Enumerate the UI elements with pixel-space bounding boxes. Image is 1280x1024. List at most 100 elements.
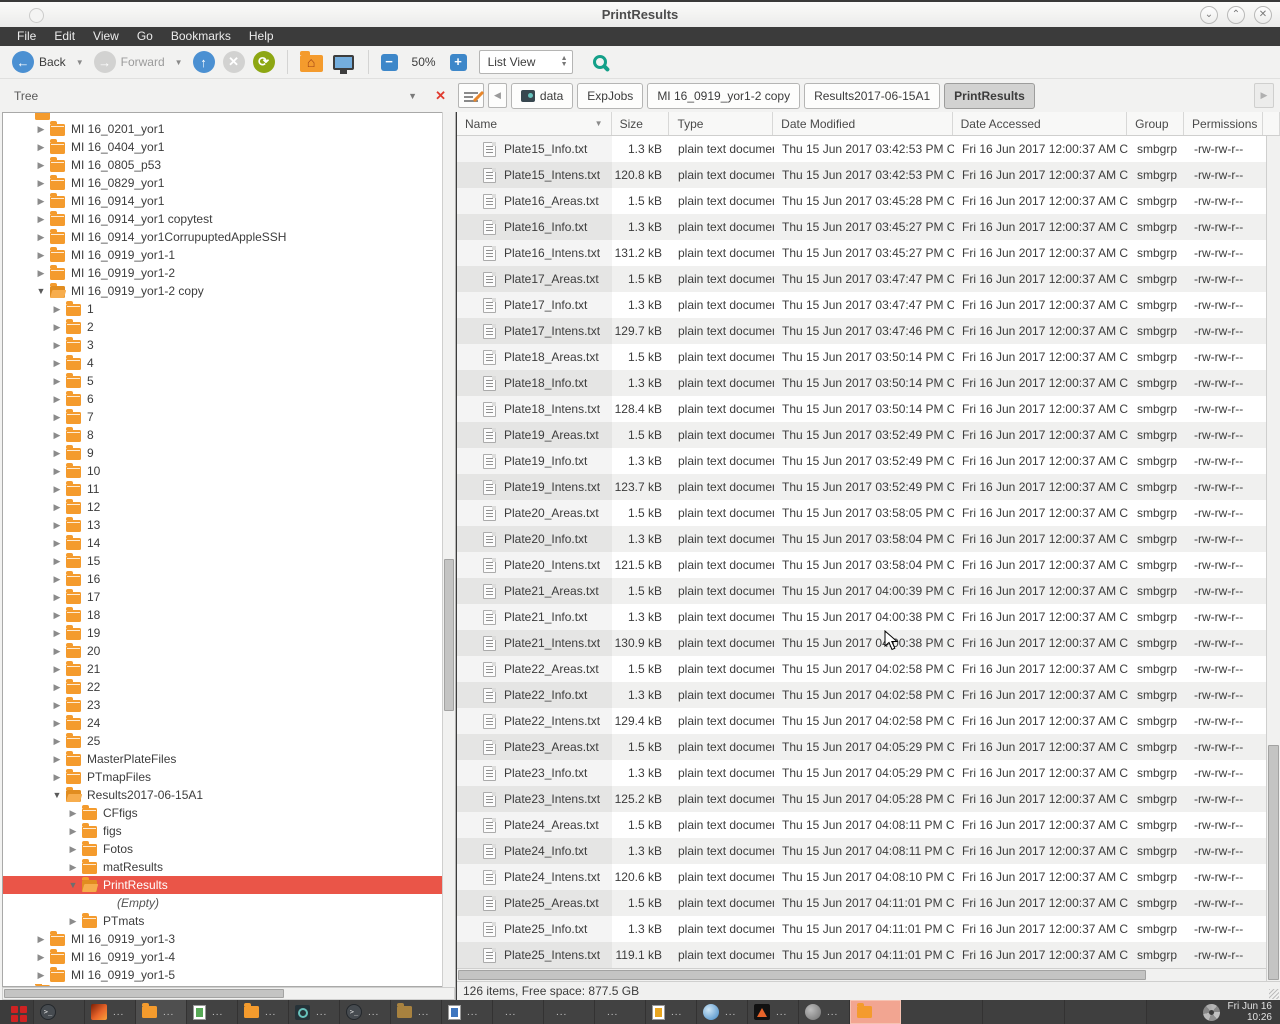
table-row[interactable]: Plate22_Areas.txt1.5 kBplain text docume… (457, 656, 1266, 682)
expander-collapsed-icon[interactable]: ▶ (51, 520, 63, 531)
window-menu-icon[interactable] (29, 8, 44, 23)
expander-collapsed-icon[interactable]: ▶ (51, 556, 63, 567)
list-vertical-scrollbar[interactable] (1266, 136, 1280, 981)
taskbar-item-terminal[interactable]: >_ (34, 1000, 85, 1024)
breadcrumb-expjobs[interactable]: ExpJobs (577, 83, 643, 109)
scrollbar-thumb[interactable] (1268, 745, 1279, 980)
expander-collapsed-icon[interactable]: ▶ (35, 934, 47, 945)
expander-collapsed-icon[interactable]: ▶ (35, 970, 47, 981)
expander-collapsed-icon[interactable]: ▶ (51, 466, 63, 477)
back-button[interactable]: ← Back (8, 48, 70, 76)
column-header-date-modified[interactable]: Date Modified (773, 112, 952, 135)
tree-item-21[interactable]: ▶21 (3, 660, 454, 678)
tree-item-24[interactable]: ▶24 (3, 714, 454, 732)
sidebar-close-icon[interactable]: ✕ (435, 88, 446, 104)
table-row[interactable]: Plate16_Intens.txt131.2 kBplain text doc… (457, 240, 1266, 266)
tree-item-masterplatefiles[interactable]: ▶MasterPlateFiles (3, 750, 454, 768)
column-header-permissions[interactable]: Permissions (1184, 112, 1263, 135)
minimize-button[interactable]: ⌄ (1200, 6, 1218, 24)
stop-button[interactable]: ✕ (219, 48, 249, 76)
expander-collapsed-icon[interactable]: ▶ (35, 124, 47, 135)
taskbar-item-firefox[interactable]: ... (544, 1000, 595, 1024)
table-row[interactable]: Plate20_Info.txt1.3 kBplain text documen… (457, 526, 1266, 552)
tree-item-matresults[interactable]: ▶matResults (3, 858, 454, 876)
tree-item-2[interactable]: ▶2 (3, 318, 454, 336)
taskbar-item-folder[interactable] (850, 1000, 901, 1024)
path-scroll-right-button[interactable]: ▶ (1254, 83, 1274, 108)
tree-item-mi-16-0805-p53[interactable]: ▶MI 16_0805_p53 (3, 156, 454, 174)
tree-item-13[interactable]: ▶13 (3, 516, 454, 534)
expander-collapsed-icon[interactable]: ▶ (35, 160, 47, 171)
table-row[interactable]: Plate21_Areas.txt1.5 kBplain text docume… (457, 578, 1266, 604)
tree-item-mi-16-0829-yor1[interactable]: ▶MI 16_0829_yor1 (3, 174, 454, 192)
tree-item-10[interactable]: ▶10 (3, 462, 454, 480)
expander-collapsed-icon[interactable]: ▶ (51, 772, 63, 783)
tree-item-14[interactable]: ▶14 (3, 534, 454, 552)
table-row[interactable]: Plate25_Areas.txt1.5 kBplain text docume… (457, 890, 1266, 916)
breadcrumb-results2017-06-15a1[interactable]: Results2017-06-15A1 (804, 83, 940, 109)
tree-item-4[interactable]: ▶4 (3, 354, 454, 372)
tree-item-15[interactable]: ▶15 (3, 552, 454, 570)
sidebar-chooser-dropdown[interactable]: ▼ (408, 91, 417, 101)
menu-item-help[interactable]: Help (240, 27, 283, 46)
taskbar-item-folder[interactable]: ... (238, 1000, 289, 1024)
tree-item-16[interactable]: ▶16 (3, 570, 454, 588)
expander-collapsed-icon[interactable]: ▶ (51, 448, 63, 459)
tree-vertical-scrollbar[interactable] (442, 112, 455, 987)
table-row[interactable]: Plate16_Info.txt1.3 kBplain text documen… (457, 214, 1266, 240)
taskbar-item-folder-brown[interactable]: ... (391, 1000, 442, 1024)
tree-item-figs[interactable]: ▶figs (3, 822, 454, 840)
tree-item-11[interactable]: ▶11 (3, 480, 454, 498)
expander-collapsed-icon[interactable]: ▶ (67, 826, 79, 837)
home-button[interactable] (296, 48, 327, 76)
tree-item-mi-16-0919-yor1-2-copy[interactable]: ▼MI 16_0919_yor1-2 copy (3, 282, 454, 300)
shutter-tray-icon[interactable] (1203, 1004, 1220, 1021)
edit-location-toggle[interactable] (458, 83, 484, 108)
expander-collapsed-icon[interactable]: ▶ (51, 412, 63, 423)
expander-collapsed-icon[interactable]: ▶ (51, 646, 63, 657)
breadcrumb-printresults[interactable]: PrintResults (944, 83, 1035, 109)
taskbar-item-impress[interactable]: ... (646, 1000, 697, 1024)
expander-collapsed-icon[interactable]: ▶ (51, 430, 63, 441)
table-row[interactable]: Plate19_Info.txt1.3 kBplain text documen… (457, 448, 1266, 474)
tree-item-partial[interactable] (3, 113, 454, 120)
expander-collapsed-icon[interactable]: ▶ (51, 574, 63, 585)
table-row[interactable]: Plate23_Info.txt1.3 kBplain text documen… (457, 760, 1266, 786)
column-header-name[interactable]: Name▼ (457, 112, 612, 135)
expander-collapsed-icon[interactable]: ▶ (51, 736, 63, 747)
expander-collapsed-icon[interactable]: ▶ (51, 304, 63, 315)
close-button[interactable]: ✕ (1254, 6, 1272, 24)
tree-item-empty[interactable]: (Empty) (3, 894, 454, 912)
expander-collapsed-icon[interactable]: ▶ (51, 358, 63, 369)
table-row[interactable]: Plate17_Areas.txt1.5 kBplain text docume… (457, 266, 1266, 292)
table-row[interactable]: Plate19_Intens.txt123.7 kBplain text doc… (457, 474, 1266, 500)
table-row[interactable]: Plate25_Intens.txt119.1 kBplain text doc… (457, 942, 1266, 968)
refresh-button[interactable]: ⟳ (249, 48, 279, 76)
tree-horizontal-scrollbar[interactable] (2, 987, 455, 1000)
tree-item-mi-16-0919-yor1-4[interactable]: ▶MI 16_0919_yor1-4 (3, 948, 454, 966)
tree-item-mi-16-0914-yor1-copytest[interactable]: ▶MI 16_0914_yor1 copytest (3, 210, 454, 228)
scrollbar-thumb[interactable] (4, 989, 284, 998)
table-row[interactable]: Plate25_Info.txt1.3 kBplain text documen… (457, 916, 1266, 942)
expander-collapsed-icon[interactable]: ▶ (35, 196, 47, 207)
tree-item-9[interactable]: ▶9 (3, 444, 454, 462)
up-button[interactable]: ↑ (189, 48, 219, 76)
forward-history-dropdown[interactable]: ▼ (175, 58, 183, 67)
tree-item-19[interactable]: ▶19 (3, 624, 454, 642)
taskbar-item-matlab[interactable]: ... (85, 1000, 136, 1024)
scrollbar-thumb[interactable] (444, 559, 454, 711)
path-scroll-left-button[interactable]: ◀ (488, 83, 507, 108)
expander-collapsed-icon[interactable]: ▶ (51, 592, 63, 603)
column-header-group[interactable]: Group (1127, 112, 1184, 135)
taskbar-item-writer[interactable]: ... (442, 1000, 493, 1024)
tree-item-6[interactable]: ▶6 (3, 390, 454, 408)
column-header-date-accessed[interactable]: Date Accessed (953, 112, 1128, 135)
expander-collapsed-icon[interactable]: ▶ (51, 538, 63, 549)
taskbar-item-calc[interactable]: ... (187, 1000, 238, 1024)
expander-collapsed-icon[interactable]: ▶ (67, 862, 79, 873)
expander-collapsed-icon[interactable]: ▶ (35, 178, 47, 189)
column-header-type[interactable]: Type (669, 112, 773, 135)
tree-item-23[interactable]: ▶23 (3, 696, 454, 714)
tree-item-printresults[interactable]: ▼PrintResults (3, 876, 454, 894)
tree-item-22[interactable]: ▶22 (3, 678, 454, 696)
